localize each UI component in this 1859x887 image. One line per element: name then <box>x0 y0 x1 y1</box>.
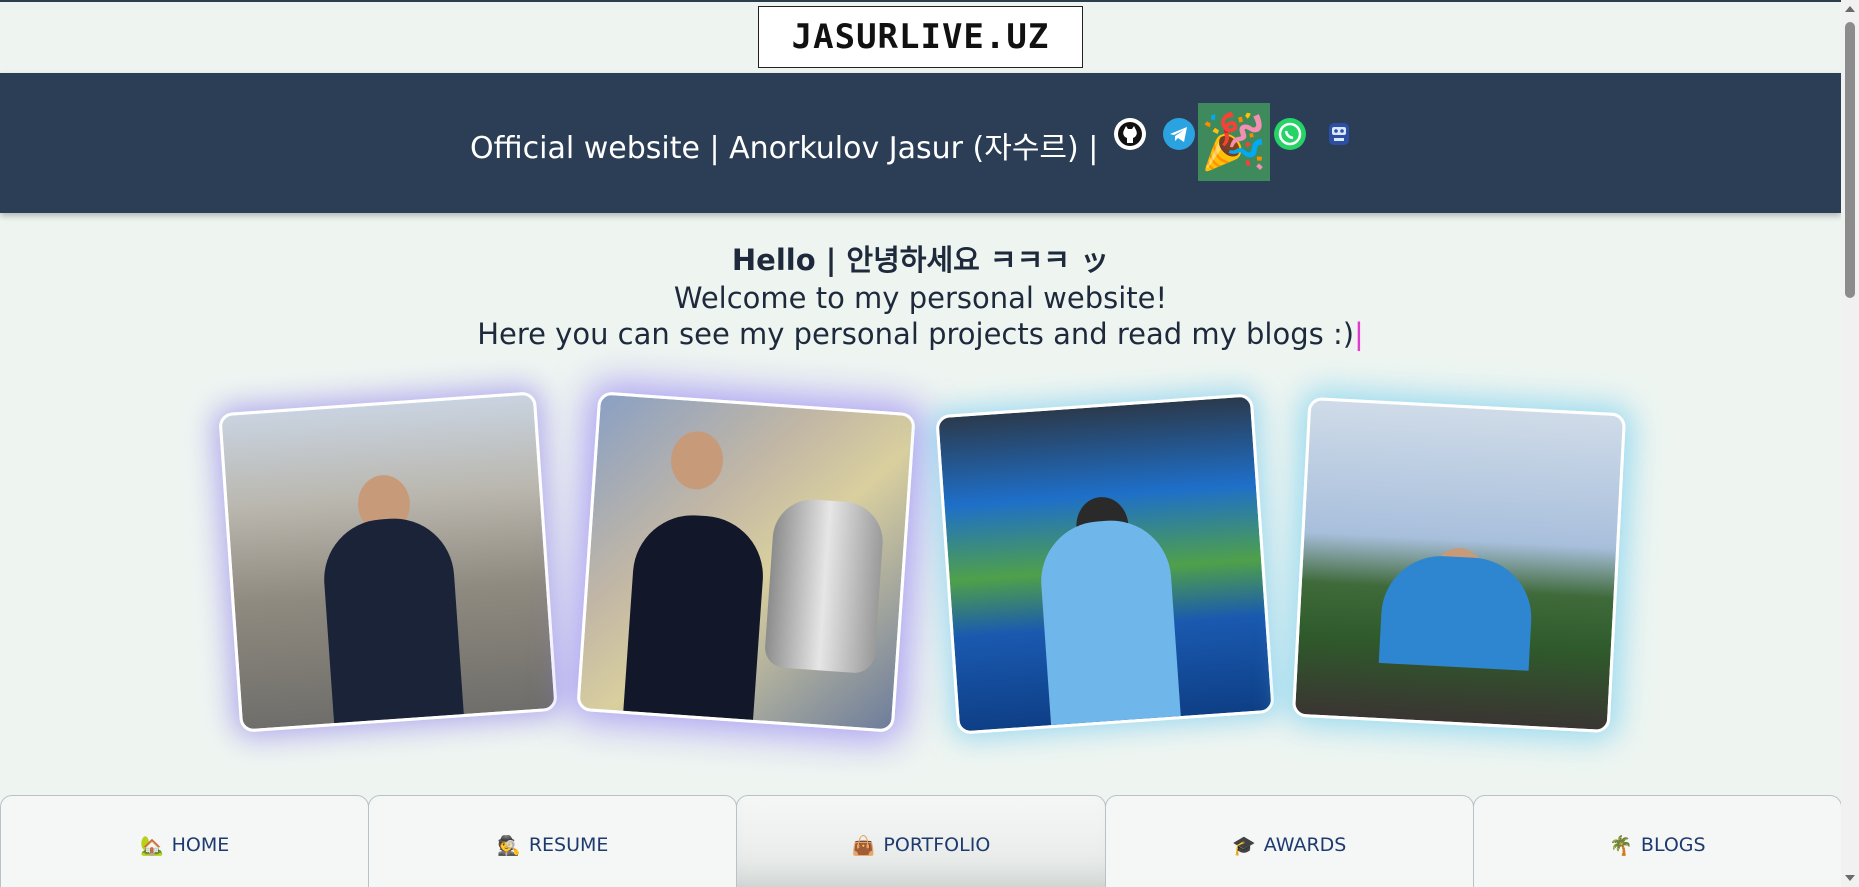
photo-person <box>1037 516 1181 726</box>
photo-mountains[interactable] <box>1291 396 1627 734</box>
nav-resume[interactable]: 🕵️ RESUME <box>368 795 738 887</box>
github-icon[interactable] <box>1113 117 1147 151</box>
nav-label: AWARDS <box>1263 834 1347 856</box>
nav-home[interactable]: 🏡 HOME <box>0 795 370 887</box>
telegram-icon[interactable] <box>1162 117 1196 151</box>
nav-label: HOME <box>171 834 230 856</box>
house-icon: 🏡 <box>139 835 164 857</box>
scroll-up-arrow-icon[interactable] <box>1845 6 1855 12</box>
nav-awards[interactable]: 🎓 AWARDS <box>1104 795 1474 887</box>
nav-portfolio[interactable]: 👜 PORTFOLIO <box>736 795 1106 887</box>
graduation-cap-icon: 🎓 <box>1232 835 1256 857</box>
greeting-title: Hello | 안녕하세요 ㅋㅋㅋ ッ <box>731 243 1110 277</box>
photo-tower-bridge[interactable] <box>218 391 558 733</box>
photo-person <box>320 514 464 724</box>
intro-line: Here you can see my personal projects an… <box>0 317 1841 351</box>
robot-icon[interactable] <box>1322 117 1356 151</box>
main-nav: 🏡 HOME 🕵️ RESUME 👜 PORTFOLIO 🎓 AWARDS 🌴 … <box>0 795 1843 887</box>
handbag-icon: 👜 <box>851 835 876 857</box>
welcome-text: Welcome to my personal website! <box>673 281 1168 315</box>
whatsapp-icon[interactable] <box>1273 117 1307 151</box>
top-border <box>0 0 1841 2</box>
photo-person-head <box>668 429 725 492</box>
nav-label: BLOGS <box>1640 834 1706 856</box>
detective-icon: 🕵️ <box>497 835 521 857</box>
photo-person <box>1378 553 1535 671</box>
party-popper-icon[interactable]: 🎉 <box>1198 103 1270 181</box>
banner-title: Official website | Anorkulov Jasur (자수르)… <box>470 131 1099 166</box>
site-logo[interactable]: JASURLIVE.UZ <box>758 6 1083 68</box>
nav-blogs[interactable]: 🌴 BLOGS <box>1472 795 1843 887</box>
photo-stadium[interactable] <box>935 393 1275 735</box>
typing-caret: | <box>1354 317 1364 351</box>
nav-label: RESUME <box>528 834 609 856</box>
scrollbar-thumb[interactable] <box>1845 22 1855 298</box>
logo-text: JASURLIVE.UZ <box>791 17 1050 57</box>
trophy-cup <box>763 496 886 675</box>
palm-tree-icon: 🌴 <box>1609 835 1633 857</box>
vertical-scrollbar[interactable] <box>1841 0 1859 887</box>
scroll-down-arrow-icon[interactable] <box>1845 875 1855 881</box>
photo-person <box>623 511 768 720</box>
nav-label: PORTFOLIO <box>883 834 991 856</box>
intro-text: Here you can see my personal projects an… <box>477 317 1355 351</box>
photo-trophy[interactable] <box>576 391 916 733</box>
